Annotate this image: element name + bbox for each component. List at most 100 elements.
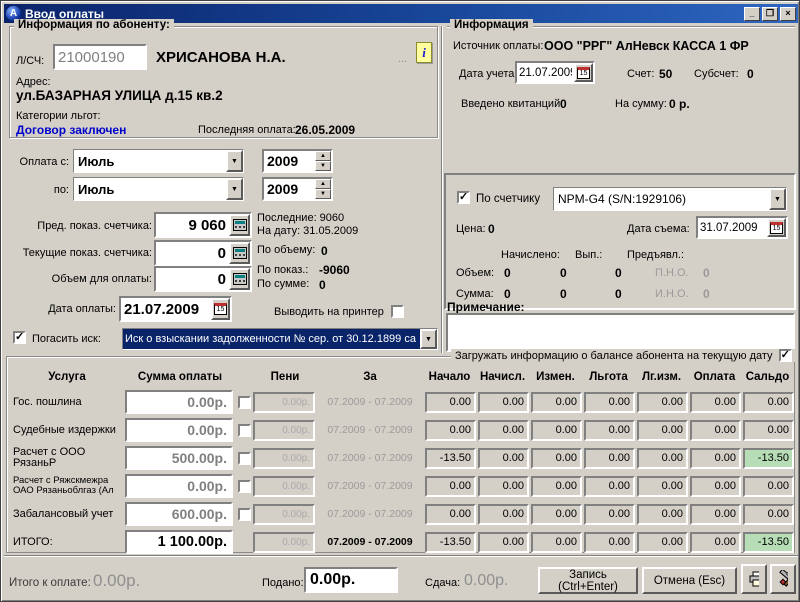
col-header-changed: Измен.: [529, 371, 582, 383]
reg-date-calendar-button[interactable]: 15: [574, 63, 593, 82]
total-due-label: Итого к оплате:: [9, 577, 91, 589]
calculator-icon: [233, 219, 247, 231]
peni-input[interactable]: 0.00р.: [253, 448, 315, 469]
reg-date-field: 15: [515, 61, 595, 84]
readings-note-label: По показ.:: [257, 264, 308, 276]
pay-to-year-spinner[interactable]: ▲ ▼: [315, 179, 331, 199]
sum-input-total[interactable]: 1 100.00р.: [125, 530, 233, 554]
amount-value: 0 р.: [669, 97, 690, 111]
maximize-button[interactable]: ❐: [762, 7, 778, 21]
cell-saldo: -13.50: [743, 532, 794, 553]
cell-start: 0.00: [425, 392, 476, 413]
print-checkbox-label: Выводить на принтер: [274, 306, 384, 318]
spin-up-icon[interactable]: ▲: [315, 151, 331, 161]
cell-saldo: 0.00: [743, 504, 794, 525]
cell-benefit: 0.00: [584, 420, 635, 441]
peni-input[interactable]: 0.00р.: [253, 504, 315, 525]
info-icon[interactable]: i: [416, 42, 432, 63]
sum-input[interactable]: 0.00р.: [125, 390, 233, 414]
pay-date-input[interactable]: [121, 298, 211, 320]
lawsuit-checkbox[interactable]: ✓: [13, 331, 26, 344]
calculator-button[interactable]: [229, 268, 250, 290]
pay-from-year-spinner[interactable]: ▲ ▼: [315, 151, 331, 171]
address-label: Адрес:: [16, 76, 51, 88]
prev-reading-input[interactable]: [156, 214, 229, 236]
cur-reading-field: [154, 240, 252, 266]
change-value: 0.00р.: [464, 572, 508, 590]
lawsuit-combo[interactable]: Иск о взыскании задолженности № сер. от …: [122, 328, 438, 350]
pay-to-month-combo[interactable]: Июль ▼: [73, 177, 244, 201]
read-date-field: 15: [696, 216, 788, 239]
by-meter-label: По счетчику: [476, 193, 540, 205]
cell-start: 0.00: [425, 420, 476, 441]
volume-for-pay-input[interactable]: [156, 268, 229, 290]
print-button[interactable]: [741, 564, 767, 594]
meter-sum-v0: 0: [504, 287, 511, 301]
chevron-down-icon[interactable]: ▼: [769, 188, 786, 210]
pay-from-label: Оплата с:: [9, 156, 69, 168]
given-input[interactable]: [306, 569, 396, 591]
chevron-down-icon[interactable]: ▼: [226, 178, 243, 200]
account-label: Л/СЧ:: [16, 55, 44, 67]
meter-panel: ✓ По счетчику NPM-G4 (S/N:1929106) ▼ Цен…: [444, 173, 796, 310]
sum-input[interactable]: 0.00р.: [125, 418, 233, 442]
account-number-value: 50: [659, 67, 672, 81]
peni-input[interactable]: 0.00р.: [253, 392, 315, 413]
pay-from-year-input[interactable]: [264, 151, 315, 171]
calculator-button[interactable]: [229, 242, 250, 264]
cell-benefit-change: 0.00: [637, 392, 688, 413]
peni-checkbox[interactable]: [238, 424, 251, 437]
read-date-input[interactable]: [698, 218, 767, 237]
minimize-button[interactable]: _: [744, 7, 760, 21]
last-reading-date-note: На дату: 31.05.2009: [257, 225, 358, 237]
sum-note-label: По сумме:: [257, 278, 309, 290]
col-header-sum: Сумма оплаты: [125, 371, 235, 383]
note-textarea[interactable]: [446, 313, 795, 352]
spin-down-icon[interactable]: ▼: [315, 189, 331, 199]
account-input[interactable]: [55, 46, 145, 68]
cur-reading-input[interactable]: [156, 242, 229, 264]
service-name-total: ИТОГО:: [9, 537, 125, 548]
spin-down-icon[interactable]: ▼: [315, 161, 331, 171]
pay-to-year-input[interactable]: [264, 179, 315, 199]
peni-input[interactable]: 0.00р.: [253, 532, 315, 553]
peni-input[interactable]: 0.00р.: [253, 420, 315, 441]
pay-from-month-combo[interactable]: Июль ▼: [73, 149, 244, 173]
meter-device-combo[interactable]: NPM-G4 (S/N:1929106) ▼: [553, 187, 787, 211]
calendar-icon: 15: [770, 222, 783, 234]
by-meter-checkbox[interactable]: ✓: [457, 191, 470, 204]
receipts-value: 0: [560, 97, 567, 111]
cell-payment: 0.00: [690, 420, 741, 441]
cell-payment: 0.00: [690, 532, 741, 553]
save-button[interactable]: Запись (Ctrl+Enter): [538, 567, 638, 594]
peni-checkbox[interactable]: [238, 396, 251, 409]
cancel-button[interactable]: Отмена (Esc): [642, 567, 737, 594]
tools-button[interactable]: [770, 564, 796, 594]
sum-input[interactable]: 0.00р.: [125, 474, 233, 498]
peni-checkbox[interactable]: [238, 508, 251, 521]
chevron-down-icon[interactable]: ▼: [420, 329, 437, 349]
spin-up-icon[interactable]: ▲: [315, 179, 331, 189]
lawsuit-selected-value: Иск о взыскании задолженности № сер. от …: [123, 329, 420, 349]
meter-sum-label: Сумма:: [456, 288, 494, 300]
sum-input[interactable]: 500.00р.: [125, 446, 233, 470]
load-balance-checkbox[interactable]: ✓: [779, 349, 792, 362]
reg-date-input[interactable]: [517, 63, 574, 82]
chevron-down-icon[interactable]: ▼: [226, 150, 243, 172]
period-cell: 07.2009 - 07.2009: [317, 452, 423, 464]
calculator-button[interactable]: [229, 214, 250, 236]
peni-input[interactable]: 0.00р.: [253, 476, 315, 497]
tools-icon: [778, 570, 788, 588]
close-button[interactable]: ×: [780, 7, 796, 21]
col-presented-label: Предъявл.:: [627, 249, 684, 261]
peni-checkbox[interactable]: [238, 480, 251, 493]
print-checkbox[interactable]: [391, 305, 404, 318]
peni-checkbox[interactable]: [238, 452, 251, 465]
last-reading-note: Последние: 9060: [257, 212, 344, 224]
pay-date-calendar-button[interactable]: 15: [211, 298, 230, 320]
read-date-calendar-button[interactable]: 15: [767, 218, 786, 237]
sum-input[interactable]: 600.00р.: [125, 502, 233, 526]
period-cell-total: 07.2009 - 07.2009: [317, 536, 423, 548]
cell-changed: 0.00: [531, 392, 582, 413]
pay-to-label: по:: [9, 184, 69, 196]
